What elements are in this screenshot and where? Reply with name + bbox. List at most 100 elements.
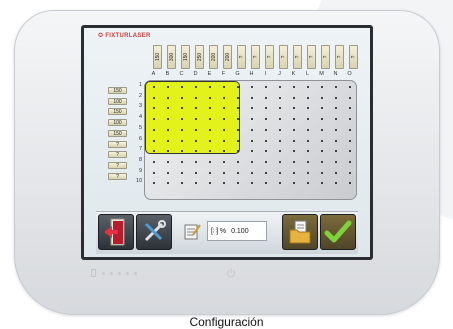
grid-point[interactable] [265, 128, 267, 131]
power-icon[interactable] [226, 268, 236, 278]
grid-point[interactable] [279, 86, 281, 88]
file-button[interactable] [282, 214, 318, 250]
column-value-tab[interactable]: ? [293, 45, 302, 69]
grid-point[interactable] [307, 128, 309, 131]
grid-point[interactable] [153, 160, 155, 163]
grid-point[interactable] [153, 96, 155, 99]
grid-point[interactable] [223, 128, 225, 131]
grid-point[interactable] [349, 139, 351, 142]
grid-point[interactable] [223, 86, 225, 88]
grid-point[interactable] [209, 128, 211, 131]
grid-point[interactable] [209, 160, 211, 163]
grid-point[interactable] [279, 139, 281, 142]
column-value-tab[interactable]: 200 [209, 45, 218, 69]
row-value-tab[interactable]: ? [108, 161, 127, 169]
row-value-tab[interactable]: 150 [108, 87, 127, 94]
edit-button[interactable] [184, 223, 201, 240]
column-value-tab[interactable]: ? [279, 45, 288, 69]
grid-point[interactable] [195, 128, 197, 131]
grid-point[interactable] [321, 171, 323, 174]
row-value-tab[interactable]: ? [108, 151, 127, 159]
grid-point[interactable] [265, 96, 267, 99]
grid-point[interactable] [307, 160, 309, 163]
grid-point[interactable] [195, 160, 197, 163]
grid-point[interactable] [321, 160, 323, 163]
grid-point[interactable] [307, 139, 309, 142]
grid-point[interactable] [223, 171, 225, 174]
grid-point[interactable] [237, 86, 239, 88]
grid-point[interactable] [181, 139, 183, 142]
grid-point[interactable] [251, 160, 253, 163]
grid-point[interactable] [195, 171, 197, 174]
selected-region[interactable] [145, 81, 240, 154]
row-value-tab[interactable]: 150 [108, 129, 127, 137]
grid-point[interactable] [181, 86, 183, 88]
grid-point[interactable] [307, 96, 309, 99]
grid-point[interactable] [251, 171, 253, 174]
grid-point[interactable] [237, 171, 239, 174]
grid-point[interactable] [167, 171, 169, 174]
grid-point[interactable] [223, 160, 225, 163]
grid-point[interactable] [293, 96, 295, 99]
grid-point[interactable] [209, 96, 211, 99]
grid-point[interactable] [265, 160, 267, 163]
grid-point[interactable] [349, 160, 351, 163]
grid-point[interactable] [307, 171, 309, 174]
row-value-tab[interactable]: 100 [108, 97, 127, 105]
exit-button[interactable] [98, 214, 134, 250]
grid-point[interactable] [321, 86, 323, 88]
grid-point[interactable] [349, 171, 351, 174]
column-value-tab[interactable]: ? [237, 45, 246, 69]
grid-point[interactable] [167, 160, 169, 163]
grid-point[interactable] [307, 86, 309, 88]
grid-point[interactable] [237, 96, 239, 99]
grid-point[interactable] [195, 139, 197, 142]
grid-point[interactable] [293, 171, 295, 174]
row-value-tab[interactable]: ? [108, 140, 127, 148]
grid-point[interactable] [349, 86, 351, 88]
grid-point[interactable] [167, 96, 169, 99]
column-value-tab[interactable]: 200 [223, 45, 232, 69]
column-value-tab[interactable]: 300 [167, 45, 176, 69]
column-value-tab[interactable]: ? [335, 45, 344, 69]
grid-point[interactable] [335, 86, 337, 88]
row-value-tab[interactable]: ? [108, 172, 127, 180]
grid-point[interactable] [237, 128, 239, 131]
grid-point[interactable] [265, 139, 267, 142]
grid-point[interactable] [279, 128, 281, 131]
grid-point[interactable] [223, 96, 225, 99]
column-value-tab[interactable]: ? [251, 45, 260, 69]
grid-point[interactable] [265, 86, 267, 88]
grid-point[interactable] [181, 171, 183, 174]
grid-point[interactable] [335, 96, 337, 99]
grid-point[interactable] [335, 128, 337, 131]
grid-point[interactable] [167, 128, 169, 131]
column-value-tab[interactable]: 250 [195, 45, 204, 69]
row-value-tab[interactable]: 100 [108, 119, 127, 127]
grid-point[interactable] [153, 139, 155, 142]
column-value-tab[interactable]: ? [321, 45, 330, 69]
grid-point[interactable] [251, 139, 253, 142]
grid-point[interactable] [321, 128, 323, 131]
grid-point[interactable] [237, 139, 239, 142]
grid-point[interactable] [335, 171, 337, 174]
grid-point[interactable] [251, 96, 253, 99]
grid-point[interactable] [251, 128, 253, 131]
grid-point[interactable] [195, 96, 197, 99]
grid-point[interactable] [335, 139, 337, 142]
grid-point[interactable] [167, 86, 169, 88]
column-value-tab[interactable]: 150 [181, 45, 190, 69]
grid-point[interactable] [223, 139, 225, 142]
grid-point[interactable] [181, 128, 183, 131]
grid-point[interactable] [195, 86, 197, 88]
grid-point[interactable] [293, 139, 295, 142]
column-value-tab[interactable]: ? [265, 45, 274, 69]
column-value-tab[interactable]: ? [349, 45, 358, 69]
grid-point[interactable] [209, 139, 211, 142]
grid-point[interactable] [321, 96, 323, 99]
row-value-tab[interactable]: 150 [108, 108, 127, 116]
grid-point[interactable] [153, 128, 155, 131]
grid-point[interactable] [209, 86, 211, 88]
grid-point[interactable] [181, 96, 183, 99]
grid-point[interactable] [181, 160, 183, 163]
